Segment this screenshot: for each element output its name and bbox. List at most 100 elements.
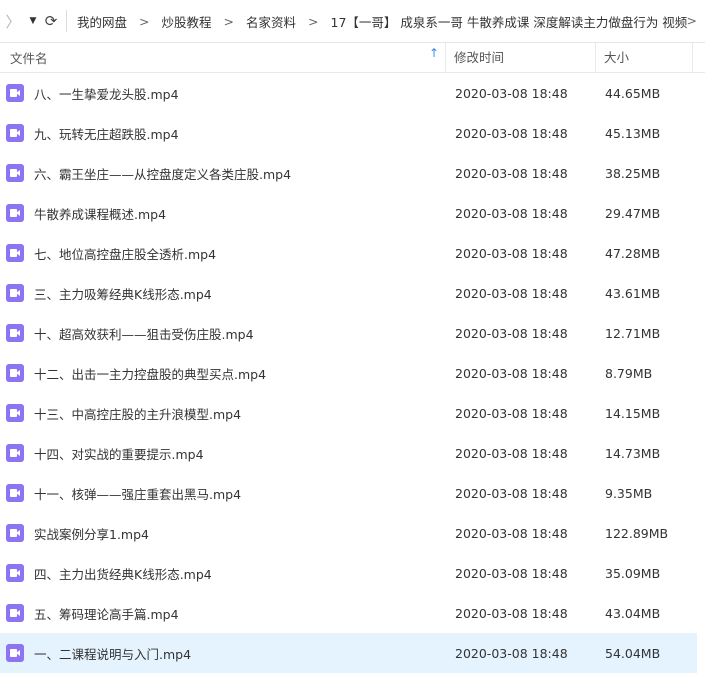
video-file-icon — [6, 284, 24, 302]
file-size: 54.04MB — [605, 645, 661, 661]
video-file-icon — [6, 124, 24, 142]
file-row[interactable]: 四、主力出货经典K线形态.mp4 2020-03-08 18:48 35.09MB — [0, 553, 705, 593]
video-file-icon — [6, 564, 24, 582]
file-size: 47.28MB — [605, 245, 661, 261]
file-date: 2020-03-08 18:48 — [455, 85, 568, 101]
breadcrumb-my-drive[interactable]: 我的网盘 — [77, 12, 127, 31]
file-date: 2020-03-08 18:48 — [455, 605, 568, 621]
column-header-name-label: 文件名 — [10, 51, 48, 66]
file-date: 2020-03-08 18:48 — [455, 245, 568, 261]
file-size: 35.09MB — [605, 565, 661, 581]
file-size: 14.15MB — [605, 405, 661, 421]
file-row[interactable]: 七、地位高控盘庄股全透析.mp4 2020-03-08 18:48 47.28MB — [0, 233, 705, 273]
file-row-selected[interactable]: 一、二课程说明与入门.mp4 2020-03-08 18:48 54.04MB — [0, 633, 697, 673]
file-row[interactable]: 三、主力吸筹经典K线形态.mp4 2020-03-08 18:48 43.61MB — [0, 273, 705, 313]
file-name-cell: 七、地位高控盘庄股全透析.mp4 — [0, 244, 447, 263]
file-date: 2020-03-08 18:48 — [455, 445, 568, 461]
video-file-icon — [6, 244, 24, 262]
file-row[interactable]: 八、一生挚爱龙头股.mp4 2020-03-08 18:48 44.65MB — [0, 73, 705, 113]
file-size: 29.47MB — [605, 205, 661, 221]
file-name-cell: 十二、出击一主力控盘股的典型买点.mp4 — [0, 364, 447, 383]
toolbar: 〉 ▼ ⟳ 我的网盘 > 炒股教程 > 名家资料 > 17【一哥】 成泉系一哥 … — [0, 0, 705, 43]
video-file-icon — [6, 404, 24, 422]
file-date: 2020-03-08 18:48 — [455, 485, 568, 501]
file-name: 八、一生挚爱龙头股.mp4 — [34, 86, 179, 102]
file-name-cell: 实战案例分享1.mp4 — [0, 524, 447, 543]
file-size: 12.71MB — [605, 325, 661, 341]
history-dropdown-icon[interactable]: ▼ — [26, 16, 40, 26]
column-header-date[interactable]: 修改时间 — [445, 43, 595, 72]
file-row[interactable]: 九、玩转无庄超跌股.mp4 2020-03-08 18:48 45.13MB — [0, 113, 705, 153]
column-header-name[interactable]: 文件名 ↑ — [0, 46, 445, 67]
file-date: 2020-03-08 18:48 — [455, 405, 568, 421]
file-name: 三、主力吸筹经典K线形态.mp4 — [34, 286, 212, 302]
refresh-icon[interactable]: ⟳ — [40, 12, 62, 30]
file-name-cell: 五、筹码理论高手篇.mp4 — [0, 604, 447, 623]
file-name: 十二、出击一主力控盘股的典型买点.mp4 — [34, 366, 267, 382]
file-row[interactable]: 十二、出击一主力控盘股的典型买点.mp4 2020-03-08 18:48 8.79… — [0, 353, 705, 393]
file-row[interactable]: 六、霸王坐庄——从控盘度定义各类庄股.mp4 2020-03-08 18:48 38… — [0, 153, 705, 193]
file-name-cell: 一、二课程说明与入门.mp4 — [0, 644, 447, 663]
file-date: 2020-03-08 18:48 — [455, 285, 568, 301]
video-file-icon — [6, 324, 24, 342]
breadcrumb-current-folder[interactable]: 17【一哥】 成泉系一哥 牛散养成课 深度解读主力做盘行为 视频 — [331, 12, 688, 31]
file-name-cell: 四、主力出货经典K线形态.mp4 — [0, 564, 447, 583]
file-name-cell: 十三、中高控庄股的主升浪模型.mp4 — [0, 404, 447, 423]
file-name: 一、二课程说明与入门.mp4 — [34, 646, 192, 662]
file-name: 十三、中高控庄股的主升浪模型.mp4 — [34, 406, 242, 422]
file-date: 2020-03-08 18:48 — [455, 205, 568, 221]
file-size: 44.65MB — [605, 85, 661, 101]
video-file-icon — [6, 204, 24, 222]
file-name-cell: 三、主力吸筹经典K线形态.mp4 — [0, 284, 447, 303]
file-name: 牛散养成课程概述.mp4 — [34, 206, 167, 222]
file-date: 2020-03-08 18:48 — [455, 325, 568, 341]
file-size: 9.35MB — [605, 485, 653, 501]
file-size: 38.25MB — [605, 165, 661, 181]
file-row[interactable]: 实战案例分享1.mp4 2020-03-08 18:48 122.89MB — [0, 513, 705, 553]
file-name: 五、筹码理论高手篇.mp4 — [34, 606, 179, 622]
breadcrumb-famous-materials[interactable]: 名家资料 — [246, 12, 296, 31]
file-date: 2020-03-08 18:48 — [455, 525, 568, 541]
file-name: 十一、核弹——强庄重套出黑马.mp4 — [34, 486, 242, 502]
file-name: 四、主力出货经典K线形态.mp4 — [34, 566, 212, 582]
video-file-icon — [6, 604, 24, 622]
file-row[interactable]: 牛散养成课程概述.mp4 2020-03-08 18:48 29.47MB — [0, 193, 705, 233]
file-date: 2020-03-08 18:48 — [455, 645, 568, 661]
file-name-cell: 十四、对实战的重要提示.mp4 — [0, 444, 447, 463]
file-name-cell: 八、一生挚爱龙头股.mp4 — [0, 84, 447, 103]
file-row[interactable]: 十三、中高控庄股的主升浪模型.mp4 2020-03-08 18:48 14.15M… — [0, 393, 705, 433]
video-file-icon — [6, 84, 24, 102]
file-size: 43.04MB — [605, 605, 661, 621]
file-date: 2020-03-08 18:48 — [455, 125, 568, 141]
file-name: 十四、对实战的重要提示.mp4 — [34, 446, 204, 462]
file-date: 2020-03-08 18:48 — [455, 365, 568, 381]
column-header-size[interactable]: 大小 — [595, 43, 693, 72]
video-file-icon — [6, 524, 24, 542]
back-icon[interactable]: 〉 — [0, 11, 26, 32]
file-row[interactable]: 十、超高效获利——狙击受伤庄股.mp4 2020-03-08 18:48 12.71… — [0, 313, 705, 353]
file-row[interactable]: 十一、核弹——强庄重套出黑马.mp4 2020-03-08 18:48 9.35MB — [0, 473, 705, 513]
file-size: 43.61MB — [605, 285, 661, 301]
file-name-cell: 六、霸王坐庄——从控盘度定义各类庄股.mp4 — [0, 164, 447, 183]
file-name: 七、地位高控盘庄股全透析.mp4 — [34, 246, 217, 262]
breadcrumb-separator: > — [223, 13, 234, 29]
file-name: 十、超高效获利——狙击受伤庄股.mp4 — [34, 326, 254, 342]
toolbar-divider — [66, 10, 67, 32]
video-file-icon — [6, 644, 24, 662]
file-name-cell: 九、玩转无庄超跌股.mp4 — [0, 124, 447, 143]
file-row[interactable]: 十四、对实战的重要提示.mp4 2020-03-08 18:48 14.73MB — [0, 433, 705, 473]
breadcrumb-stock-tutorials[interactable]: 炒股教程 — [162, 12, 212, 31]
file-date: 2020-03-08 18:48 — [455, 565, 568, 581]
file-size: 8.79MB — [605, 365, 653, 381]
video-file-icon — [6, 164, 24, 182]
breadcrumb-separator: > — [308, 13, 319, 29]
file-size: 122.89MB — [605, 525, 669, 541]
file-name-cell: 牛散养成课程概述.mp4 — [0, 204, 447, 223]
file-row[interactable]: 五、筹码理论高手篇.mp4 2020-03-08 18:48 43.04MB — [0, 593, 705, 633]
video-file-icon — [6, 444, 24, 462]
file-list: 八、一生挚爱龙头股.mp4 2020-03-08 18:48 44.65MB 九、玩… — [0, 73, 705, 673]
breadcrumb-expand-icon[interactable]: > — [687, 13, 697, 28]
file-name: 实战案例分享1.mp4 — [34, 526, 149, 542]
file-size: 45.13MB — [605, 125, 661, 141]
sort-ascending-icon: ↑ — [428, 46, 439, 60]
